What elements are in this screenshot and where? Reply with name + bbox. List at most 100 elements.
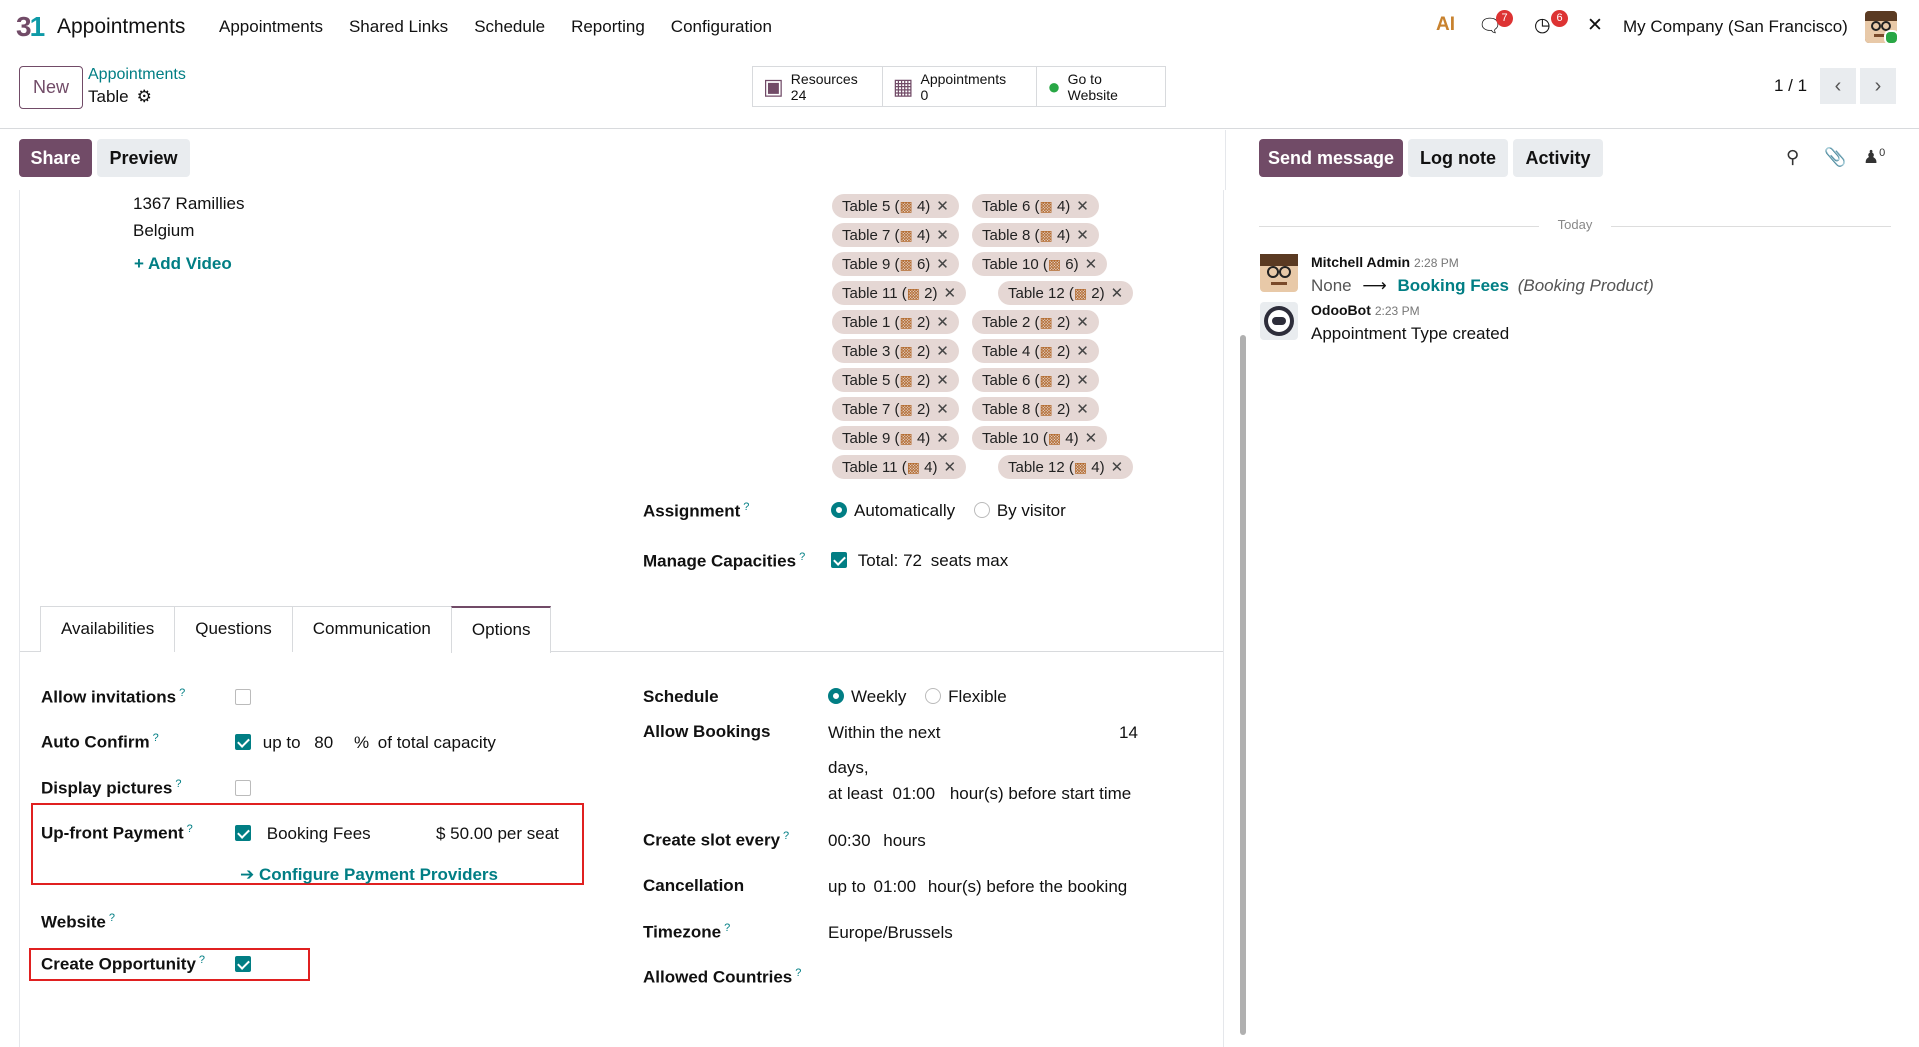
main-menu: Appointments Shared Links Schedule Repor… [219,17,798,37]
tab-options[interactable]: Options [450,606,552,653]
radio-weekly[interactable] [828,688,844,704]
app-name[interactable]: Appointments [57,15,185,39]
radio-by-visitor[interactable] [973,502,990,518]
menu-appointments[interactable]: Appointments [219,17,323,37]
activity-button[interactable]: Activity [1513,139,1603,177]
remove-tag-close-icon[interactable]: ✕ [936,227,949,244]
followers-icon[interactable]: ♟0 [1863,147,1885,168]
remove-tag-close-icon[interactable]: ✕ [936,430,949,447]
add-video-link[interactable]: + Add Video [134,254,232,274]
pager-value[interactable]: 1 / 1 [1774,76,1807,96]
remove-tag-close-icon[interactable]: ✕ [944,459,957,476]
remove-tag-close-icon[interactable]: ✕ [1111,459,1124,476]
remove-tag-close-icon[interactable]: ✕ [1076,198,1089,215]
ai-icon[interactable]: AI [1436,14,1455,36]
help-icon[interactable]: ? [199,954,205,966]
share-button[interactable]: Share [19,139,92,177]
form-scrollbar[interactable] [1240,130,1246,1047]
remove-tag-close-icon[interactable]: ✕ [1076,343,1089,360]
remove-tag-close-icon[interactable]: ✕ [1076,314,1089,331]
resources-smart-button[interactable]: ▣ Resources 24 [753,67,883,106]
auto-confirm-input[interactable]: 80 [314,733,333,752]
remove-tag-close-icon[interactable]: ✕ [1076,401,1089,418]
allow-invitations-label: Allow invitations? [41,687,185,708]
pager-next-chevron-icon[interactable]: › [1860,68,1896,104]
activities-clock-icon[interactable]: ◷ [1534,14,1551,37]
remove-tag-close-icon[interactable]: ✕ [936,198,949,215]
new-button[interactable]: New [19,66,83,109]
help-icon[interactable]: ? [153,732,159,744]
breadcrumb-parent[interactable]: Appointments [88,66,186,84]
menu-configuration[interactable]: Configuration [671,17,772,37]
menu-reporting[interactable]: Reporting [571,17,645,37]
remove-tag-close-icon[interactable]: ✕ [1076,227,1089,244]
help-icon[interactable]: ? [187,823,193,835]
resource-tag-capacity: 2) [924,285,938,302]
help-icon[interactable]: ? [109,912,115,924]
help-icon[interactable]: ? [783,830,789,842]
mitchell-avatar-icon[interactable] [1260,254,1298,292]
create-opportunity-checkbox[interactable] [235,956,251,972]
radio-automatically[interactable] [831,502,847,518]
display-pictures-checkbox[interactable] [235,780,251,796]
auto-confirm-checkbox[interactable] [235,734,251,750]
help-icon[interactable]: ? [795,967,801,979]
log-note-button[interactable]: Log note [1408,139,1508,177]
gear-icon[interactable]: ⚙ [137,87,152,107]
odoobot-avatar-icon[interactable] [1260,302,1298,340]
cancel-input[interactable]: 01:00 [874,877,917,896]
preview-button[interactable]: Preview [97,139,190,177]
company-switcher[interactable]: My Company (San Francisco) [1623,17,1848,37]
help-icon[interactable]: ? [175,778,181,790]
face-icon [1260,254,1298,285]
remove-tag-close-icon[interactable]: ✕ [1085,430,1098,447]
appointments-smart-button[interactable]: ▦ Appointments 0 [883,67,1038,106]
send-message-button[interactable]: Send message [1259,139,1403,177]
chatter-panel: Send message Log note Activity ⚲ 📎 ♟0 To… [1259,130,1919,1047]
remove-tag-close-icon[interactable]: ✕ [1085,256,1098,273]
help-icon[interactable]: ? [743,501,749,513]
tab-questions[interactable]: Questions [174,606,293,652]
remove-tag-close-icon[interactable]: ✕ [936,314,949,331]
resource-tag-capacity: 6) [916,256,931,273]
within-next-input[interactable]: 14 [1119,723,1138,743]
scrollbar-thumb[interactable] [1240,335,1246,1035]
upfront-payment-field: Booking Fees [235,824,371,844]
help-icon[interactable]: ? [724,922,730,934]
configure-providers-link[interactable]: ➔ Configure Payment Providers [240,865,498,885]
manage-capacities-checkbox[interactable] [831,552,847,568]
menu-shared-links[interactable]: Shared Links [349,17,448,37]
radio-flexible[interactable] [925,688,942,704]
help-icon[interactable]: ? [179,687,185,699]
slot-duration-input[interactable]: 00:30 [828,831,871,850]
remove-tag-close-icon[interactable]: ✕ [1076,372,1089,389]
app-logo-icon[interactable]: 31 [16,12,45,42]
resource-tag: Table 3 (▩ 2) ✕ [832,339,959,363]
timezone-select[interactable]: Europe/Brussels [828,923,953,943]
resource-tag-capacity: 2) [916,401,931,418]
user-avatar[interactable] [1865,11,1897,43]
tab-communication[interactable]: Communication [291,606,452,652]
resource-tag-name: Table 12 ( [1008,285,1074,302]
debug-tools-icon[interactable]: ✕ [1587,14,1603,37]
remove-tag-close-icon[interactable]: ✕ [1111,285,1124,302]
calendar-icon: ▦ [892,73,914,99]
remove-tag-close-icon[interactable]: ✕ [936,401,949,418]
booking-product-field[interactable]: Booking Fees [267,824,371,843]
search-icon[interactable]: ⚲ [1786,147,1799,168]
pager-previous-chevron-icon[interactable]: ‹ [1820,68,1856,104]
chair-icon: ▩ [899,256,913,272]
allow-invitations-checkbox[interactable] [235,689,251,705]
remove-tag-close-icon[interactable]: ✕ [936,256,949,273]
chair-icon: ▩ [1073,459,1088,475]
tab-availabilities[interactable]: Availabilities [40,606,176,652]
upfront-payment-checkbox[interactable] [235,825,251,841]
at-least-input[interactable]: 01:00 [893,784,936,803]
menu-schedule[interactable]: Schedule [474,17,545,37]
help-icon[interactable]: ? [799,551,805,563]
paperclip-icon[interactable]: 📎 [1824,147,1846,168]
remove-tag-close-icon[interactable]: ✕ [936,343,949,360]
remove-tag-close-icon[interactable]: ✕ [936,372,949,389]
remove-tag-close-icon[interactable]: ✕ [944,285,957,302]
go-to-website-button[interactable]: ● Go to Website [1037,67,1165,106]
